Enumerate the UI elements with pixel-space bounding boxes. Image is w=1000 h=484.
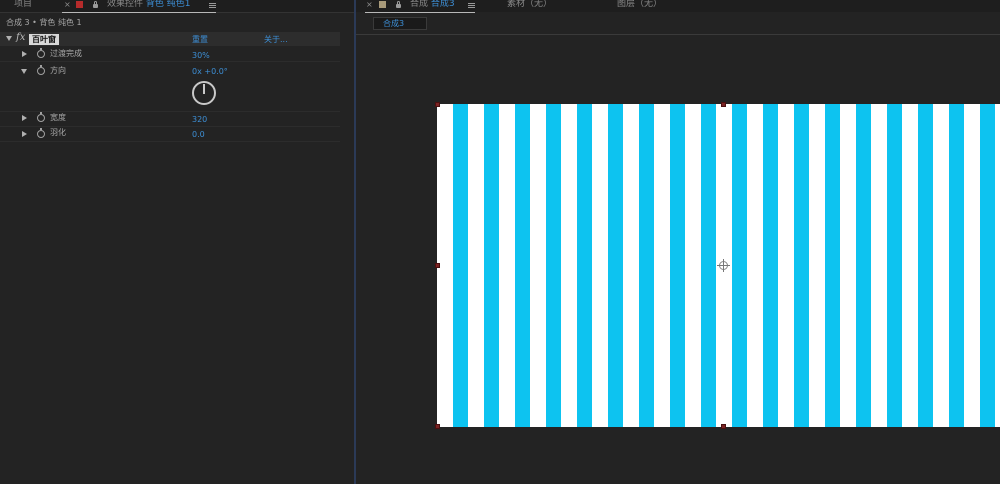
row-divider bbox=[0, 141, 340, 142]
triangle-icon[interactable] bbox=[22, 51, 27, 57]
transform-handle-top-left[interactable] bbox=[435, 102, 440, 107]
property-value[interactable]: 0x +0.0° bbox=[192, 68, 228, 76]
tab-effect-controls-layer: 背色 纯色1 bbox=[145, 0, 191, 9]
row-divider bbox=[0, 111, 340, 112]
property-value[interactable]: 0.0 bbox=[192, 131, 205, 139]
transform-handle-bottom-center[interactable] bbox=[721, 424, 726, 429]
tab-project[interactable]: 项目 bbox=[14, 0, 32, 9]
transform-handle-bottom-left[interactable] bbox=[435, 424, 440, 429]
fx-icon[interactable]: fx bbox=[16, 33, 25, 43]
active-tab-underline bbox=[365, 12, 475, 13]
triangle-icon[interactable] bbox=[22, 115, 27, 121]
tab-footage[interactable]: 素材（无） bbox=[507, 0, 552, 9]
property-label: 宽度 bbox=[50, 113, 66, 122]
lock-icon[interactable] bbox=[93, 1, 98, 8]
lock-icon[interactable] bbox=[396, 1, 401, 8]
breadcrumb: 合成 3 • 背色 纯色 1 bbox=[6, 18, 82, 27]
viewer-divider bbox=[356, 34, 1000, 35]
active-tab-underline bbox=[62, 12, 216, 13]
property-label: 羽化 bbox=[50, 128, 66, 137]
about-link[interactable]: 关于... bbox=[264, 36, 288, 44]
stopwatch-icon[interactable] bbox=[37, 48, 45, 58]
stopwatch-icon[interactable] bbox=[37, 128, 45, 138]
tab-effect-controls-label: 效果控件 bbox=[107, 0, 144, 9]
reset-link[interactable]: 重置 bbox=[192, 36, 208, 44]
property-value[interactable]: 320 bbox=[192, 116, 207, 124]
triangle-icon[interactable] bbox=[6, 36, 12, 41]
direction-dial[interactable] bbox=[192, 81, 216, 105]
effect-name[interactable]: 百叶窗 bbox=[29, 34, 59, 45]
composition-subtab-label: 合成3 bbox=[383, 19, 405, 28]
hamburger-menu-icon[interactable] bbox=[209, 3, 216, 4]
tab-effect-controls[interactable]: 效果控件 背色 纯色1 bbox=[107, 0, 190, 9]
effect-color-icon bbox=[76, 1, 83, 8]
hamburger-menu-icon[interactable] bbox=[468, 3, 475, 4]
transform-handle-top-center[interactable] bbox=[721, 102, 726, 107]
row-divider bbox=[0, 61, 340, 62]
triangle-icon[interactable] bbox=[22, 131, 27, 137]
close-icon[interactable]: × bbox=[366, 1, 373, 9]
triangle-icon[interactable] bbox=[21, 69, 27, 74]
anchor-point-icon[interactable] bbox=[717, 259, 730, 272]
property-label: 方向 bbox=[50, 66, 66, 75]
composition-subtab[interactable]: 合成3 bbox=[373, 17, 427, 30]
tab-composition-label: 合成 bbox=[410, 0, 429, 9]
tab-composition-name: 合成3 bbox=[430, 0, 455, 9]
stopwatch-icon[interactable] bbox=[37, 65, 45, 75]
tab-composition[interactable]: 合成 合成3 bbox=[410, 0, 455, 9]
property-label: 过渡完成 bbox=[50, 49, 82, 58]
close-icon[interactable]: × bbox=[64, 1, 71, 9]
transform-handle-middle-left[interactable] bbox=[435, 263, 440, 268]
dial-needle bbox=[203, 84, 205, 94]
panel-focus-border bbox=[354, 0, 356, 484]
composition-icon bbox=[379, 1, 386, 8]
tab-layer[interactable]: 图层（无） bbox=[617, 0, 662, 9]
row-divider bbox=[0, 126, 340, 127]
property-value[interactable]: 30% bbox=[192, 52, 210, 60]
stopwatch-icon[interactable] bbox=[37, 112, 45, 122]
